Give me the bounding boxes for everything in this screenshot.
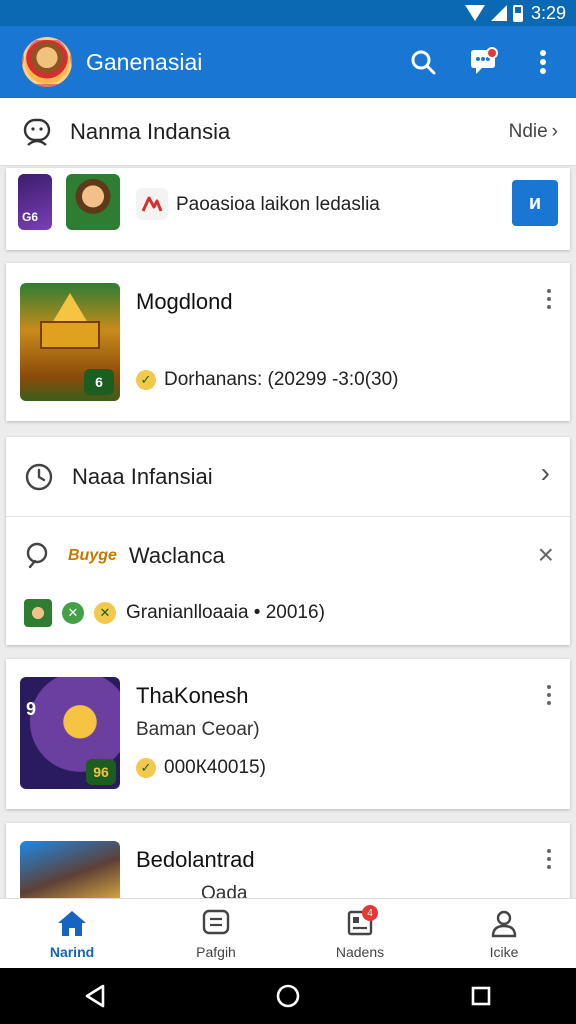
- search-button[interactable]: [406, 45, 440, 79]
- history-label: Naaa Infansiai: [72, 463, 213, 489]
- chat-button[interactable]: [466, 45, 500, 79]
- nav-news-badge: 4: [362, 905, 378, 921]
- recents-icon[interactable]: [470, 985, 492, 1007]
- user-icon: [23, 118, 51, 146]
- check-icon: ✓: [136, 758, 156, 778]
- game-title: Bedolantrad: [136, 847, 255, 872]
- nav-profile[interactable]: Icike: [432, 899, 576, 968]
- battery-icon: [512, 4, 523, 22]
- game-mini-thumb: [24, 599, 52, 627]
- close-icon[interactable]: ×: [538, 539, 554, 571]
- promo-brand-icon: [136, 188, 168, 220]
- message-icon: [202, 909, 230, 934]
- game-meta: ✓ 000К40015): [136, 757, 266, 779]
- history-card: Naaa Infansiai › Buyge Waclanca × ✕ ✕ Gr…: [6, 437, 570, 645]
- more-button[interactable]: [526, 45, 560, 79]
- promo-thumb-2: [66, 174, 120, 230]
- chevron-right-icon: ›: [551, 120, 558, 142]
- wifi-icon: [464, 5, 485, 21]
- status-bar: 3:29: [0, 0, 576, 26]
- system-nav-bar: [0, 968, 576, 1024]
- game-thumb-thakonesh: 9 96: [20, 677, 120, 789]
- search-suggestion-label: Waclanca: [128, 543, 225, 568]
- history-row[interactable]: Naaa Infansiai ›: [6, 437, 570, 517]
- nav-home-label: Narind: [49, 943, 95, 960]
- game-card-mogdlond[interactable]: 6 Mogdlond ✓ Dorhanans: (20299 -3:0(30): [6, 263, 570, 421]
- signal-icon: [490, 5, 507, 21]
- more-vert-icon: [540, 50, 546, 74]
- profile-icon: [491, 910, 517, 937]
- avatar[interactable]: [22, 37, 72, 87]
- chevron-right-icon: ›: [540, 457, 550, 488]
- game-card-thakonesh[interactable]: 9 96 ThaKonesh Baman Ceoar) ✓ 000К40015): [6, 659, 570, 809]
- game-more-button[interactable]: [546, 849, 552, 869]
- search-icon: [26, 542, 48, 569]
- game-thumb-badge: 6: [84, 369, 114, 395]
- home-icon: [58, 910, 86, 936]
- game-more-button[interactable]: [546, 685, 552, 705]
- history-meta-text: Granianlloaaia • 20016): [126, 602, 325, 623]
- promo-action-button[interactable]: и: [512, 180, 558, 226]
- game-title: Mogdlond: [136, 289, 233, 314]
- bottom-nav: Narind Pafgih 4 Nadens Icike: [0, 898, 576, 968]
- account-more-label: Ndie: [508, 120, 548, 142]
- nav-messages[interactable]: Pafgih: [144, 899, 288, 968]
- close-circle-icon: ✕: [62, 602, 84, 624]
- search-icon: [411, 50, 436, 75]
- nav-profile-label: Icike: [489, 943, 519, 960]
- game-thumb-mogdlond: 6: [20, 283, 120, 401]
- chat-badge: [486, 47, 498, 59]
- game-meta: ✓ Dorhanans: (20299 -3:0(30): [136, 369, 398, 391]
- game-meta-text: Dorhanans: (20299 -3:0(30): [164, 369, 399, 390]
- promo-card[interactable]: G6 Paoasioa laikon ledaslia и: [6, 168, 570, 250]
- search-suggestion-row[interactable]: Buyge Waclanca ×: [6, 519, 570, 593]
- account-row[interactable]: Nanma Indansia Ndie ›: [0, 98, 576, 166]
- back-icon[interactable]: [84, 984, 106, 1008]
- status-time: 3:29: [530, 2, 566, 23]
- search-tag: Buyge: [68, 547, 117, 564]
- nav-news-label: Nadens: [335, 943, 385, 960]
- close-circle-icon: ✕: [94, 602, 116, 624]
- account-label: Nanma Indansia: [70, 118, 231, 144]
- history-meta: ✕ ✕ Granianlloaaia • 20016): [24, 599, 325, 627]
- home-circle-icon[interactable]: [275, 983, 301, 1009]
- app-bar: Ganenasiai: [0, 26, 576, 98]
- game-title: ThaKonesh: [136, 683, 249, 708]
- nav-messages-label: Pafgih: [196, 943, 236, 960]
- clock-icon: [25, 463, 53, 490]
- promo-text: Paoasioa laikon ledaslia: [176, 194, 380, 215]
- app-title: Ganenasiai: [86, 48, 203, 75]
- game-more-button[interactable]: [546, 289, 552, 309]
- nav-news[interactable]: 4 Nadens: [288, 899, 432, 968]
- game-subtitle: Baman Ceoar): [136, 719, 260, 740]
- nav-home[interactable]: Narind: [0, 899, 144, 968]
- promo-thumb-1: G6: [18, 174, 52, 230]
- check-icon: ✓: [136, 370, 156, 390]
- game-thumb-badge: 96: [86, 759, 116, 785]
- account-more-link[interactable]: Ndie ›: [509, 121, 558, 143]
- game-meta-text: 000К40015): [164, 757, 266, 778]
